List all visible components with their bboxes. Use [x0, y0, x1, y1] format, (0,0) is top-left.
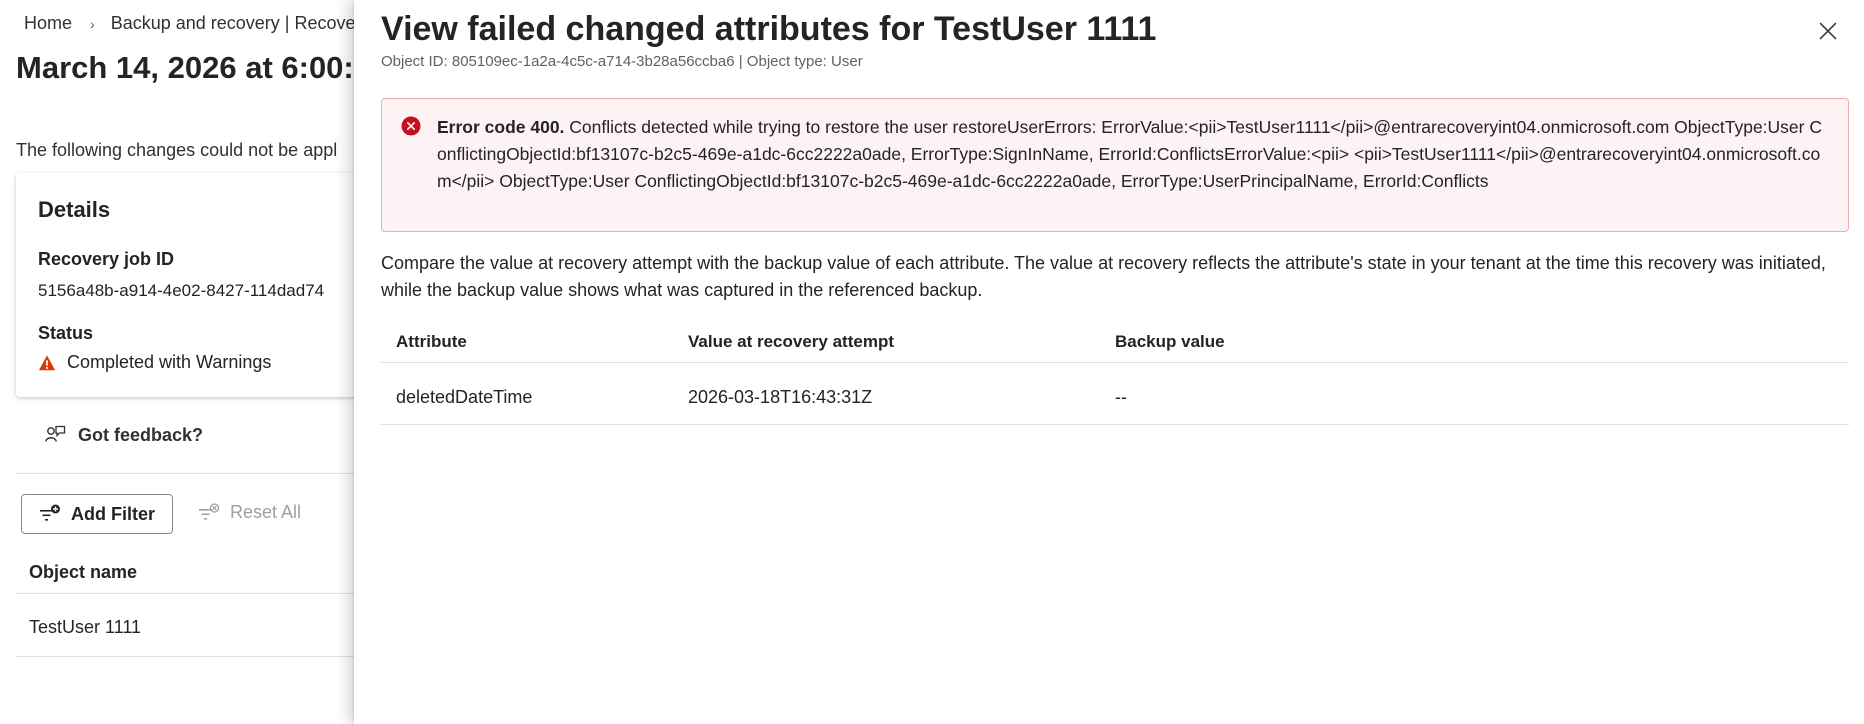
add-filter-label: Add Filter — [71, 503, 155, 524]
table-row[interactable]: TestUser 1111 — [29, 617, 141, 638]
panel-description: Compare the value at recovery attempt wi… — [381, 253, 1826, 300]
details-title: Details — [38, 197, 111, 222]
panel-subtitle: Object ID: 805109ec-1a2a-4c5c-a714-3b28a… — [381, 53, 863, 70]
divider — [16, 473, 356, 474]
warning-icon — [38, 354, 56, 370]
cell-value-at-recovery: 2026-03-18T16:43:31Z — [688, 387, 873, 407]
cell-backup-value: -- — [1115, 387, 1127, 407]
panel-title: View failed changed attributes for TestU… — [381, 10, 1157, 48]
page-title: March 14, 2026 at 6:00: — [16, 50, 354, 85]
status-value: Completed with Warnings — [67, 352, 272, 372]
table-row-divider — [16, 656, 356, 657]
add-filter-button[interactable]: Add Filter — [21, 494, 173, 534]
breadcrumb-backup-and-recovery[interactable]: Backup and recovery | Recove — [111, 13, 356, 34]
table-row-divider — [381, 424, 1849, 425]
recovery-job-id-label: Recovery job ID — [38, 249, 175, 269]
error-message: Conflicts detected while trying to resto… — [437, 117, 1822, 191]
chevron-right-icon: › — [90, 15, 95, 32]
failed-attributes-panel: View failed changed attributes for TestU… — [354, 0, 1864, 724]
column-header-attribute[interactable]: Attribute — [396, 332, 467, 352]
error-circle-icon — [401, 116, 421, 136]
page-subtext: The following changes could not be appl — [16, 140, 338, 160]
status-value-row: Completed with Warnings — [38, 352, 271, 373]
table-header-divider — [16, 593, 356, 594]
breadcrumb: Home › Backup and recovery | Recove — [24, 13, 356, 34]
reset-all-label: Reset All — [230, 502, 302, 522]
reset-filter-icon — [199, 502, 220, 520]
column-header-value-at-recovery[interactable]: Value at recovery attempt — [688, 332, 894, 352]
close-icon — [1819, 22, 1837, 40]
feedback-icon — [45, 425, 66, 442]
error-code: Error code 400. — [437, 117, 565, 137]
cell-attribute: deletedDateTime — [396, 387, 533, 407]
close-button[interactable] — [1815, 18, 1841, 44]
column-header-object-name[interactable]: Object name — [29, 562, 137, 583]
column-header-backup-value[interactable]: Backup value — [1115, 332, 1225, 352]
error-text: Error code 400. Conflicts detected while… — [437, 114, 1822, 195]
breadcrumb-home[interactable]: Home — [24, 13, 72, 34]
error-message-bar: Error code 400. Conflicts detected while… — [381, 98, 1849, 232]
table-header-divider — [381, 362, 1849, 363]
status-label: Status — [38, 323, 94, 343]
got-feedback-link[interactable]: Got feedback? — [44, 424, 203, 446]
recovery-job-id-value: 5156a48b-a914-4e02-8427-114dad74 — [38, 281, 325, 300]
got-feedback-label: Got feedback? — [78, 424, 204, 445]
add-filter-icon — [40, 504, 60, 521]
reset-all-button[interactable]: Reset All — [198, 502, 301, 523]
